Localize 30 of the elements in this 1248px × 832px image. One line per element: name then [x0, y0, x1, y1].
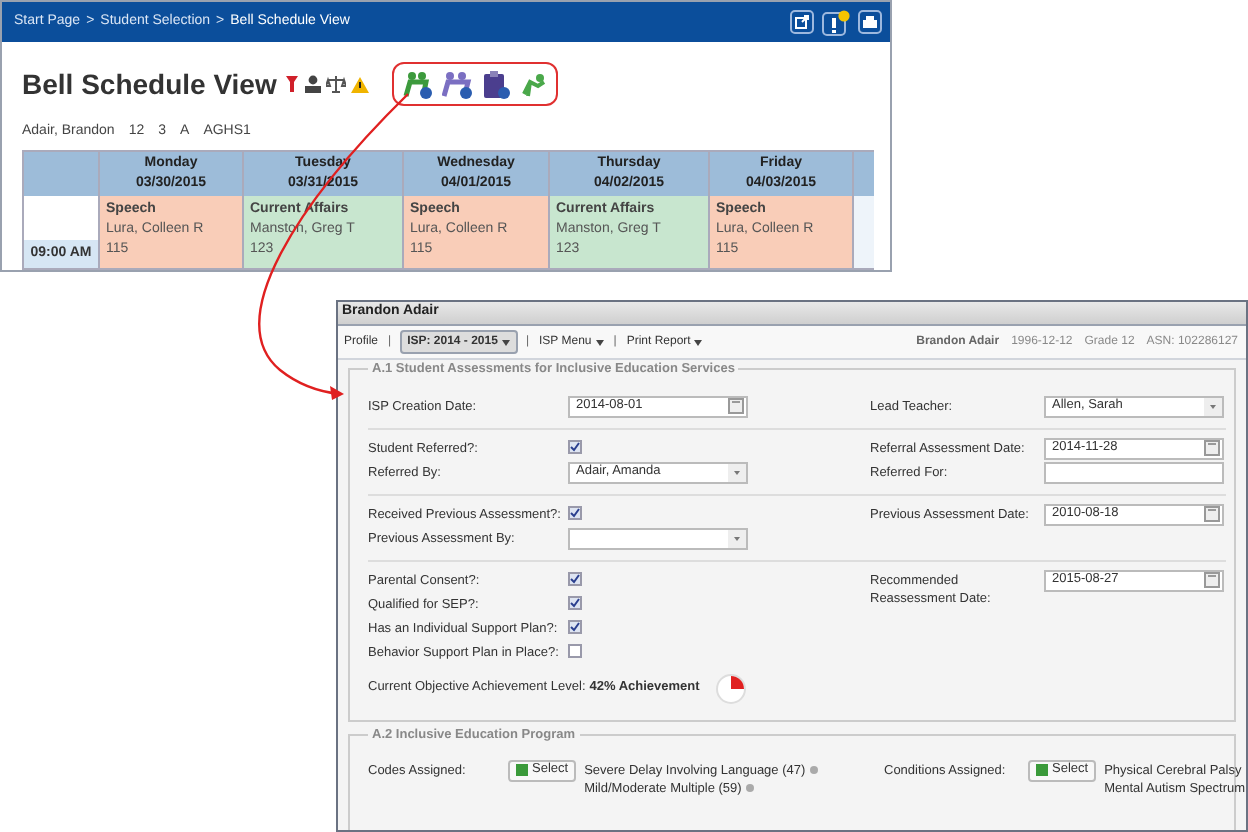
people-icon[interactable] [402, 69, 435, 99]
scales-icon [326, 74, 347, 94]
checkbox[interactable] [568, 643, 582, 658]
calendar-icon[interactable] [728, 398, 744, 415]
pie-chart-icon [715, 673, 746, 704]
clipboard-icon[interactable] [482, 69, 513, 99]
caret-icon [728, 529, 746, 548]
checkbox[interactable] [568, 571, 582, 586]
caret-icon [1204, 397, 1222, 416]
running-figure-icon[interactable] [520, 71, 549, 97]
print-icon[interactable] [858, 9, 882, 33]
checkbox[interactable] [568, 595, 582, 610]
checkbox[interactable] [568, 439, 582, 454]
page-title: Bell Schedule View [22, 65, 277, 103]
text-field[interactable] [1044, 461, 1224, 484]
checkbox[interactable] [568, 505, 582, 520]
calendar-icon[interactable] [1204, 440, 1220, 457]
warning-icon [350, 75, 371, 93]
dropdown-field[interactable] [568, 527, 748, 550]
medical-icon [284, 74, 301, 94]
group-icon[interactable] [442, 69, 475, 99]
calendar-icon[interactable] [1204, 572, 1220, 589]
grid-icon [1036, 764, 1048, 776]
grid-icon [516, 764, 528, 776]
alert-icon[interactable] [822, 9, 850, 35]
calendar-icon[interactable] [1204, 506, 1220, 523]
person-icon [304, 74, 323, 94]
checkbox[interactable] [568, 619, 582, 634]
caret-icon [728, 463, 746, 482]
open-external-icon[interactable] [790, 9, 814, 33]
